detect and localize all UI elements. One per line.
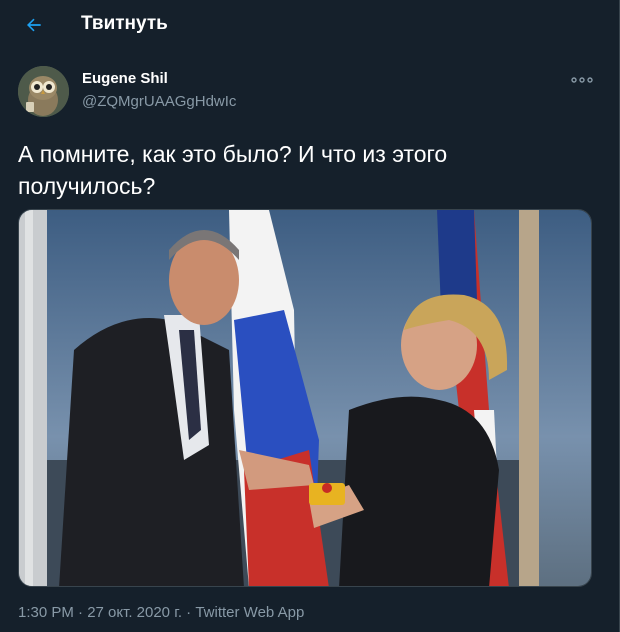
header-bar: Твитнуть [0, 0, 620, 50]
owl-avatar-image [18, 66, 69, 117]
author-handle[interactable]: @ZQMgrUAAGgHdwIc [82, 93, 236, 110]
photo-two-people-pressing-button [19, 210, 591, 586]
source-app-link[interactable]: Twitter Web App [195, 604, 304, 621]
arrow-left-icon [27, 18, 41, 32]
tweet-metadata: 1:30 PM · 27 окт. 2020 г. · Twitter Web … [18, 604, 304, 621]
tweet-timestamp[interactable]: 1:30 PM · 27 окт. 2020 г. · [18, 604, 195, 621]
author-display-name[interactable]: Eugene Shil [82, 70, 168, 87]
back-button[interactable] [18, 9, 50, 41]
more-dots-icon [571, 77, 593, 83]
avatar[interactable] [18, 66, 69, 117]
tweet-photo[interactable] [18, 209, 592, 587]
more-options-button[interactable] [569, 70, 595, 90]
tweet-text: А помните, как это было? И что из этого … [18, 141, 448, 199]
page-title: Твитнуть [81, 13, 168, 34]
